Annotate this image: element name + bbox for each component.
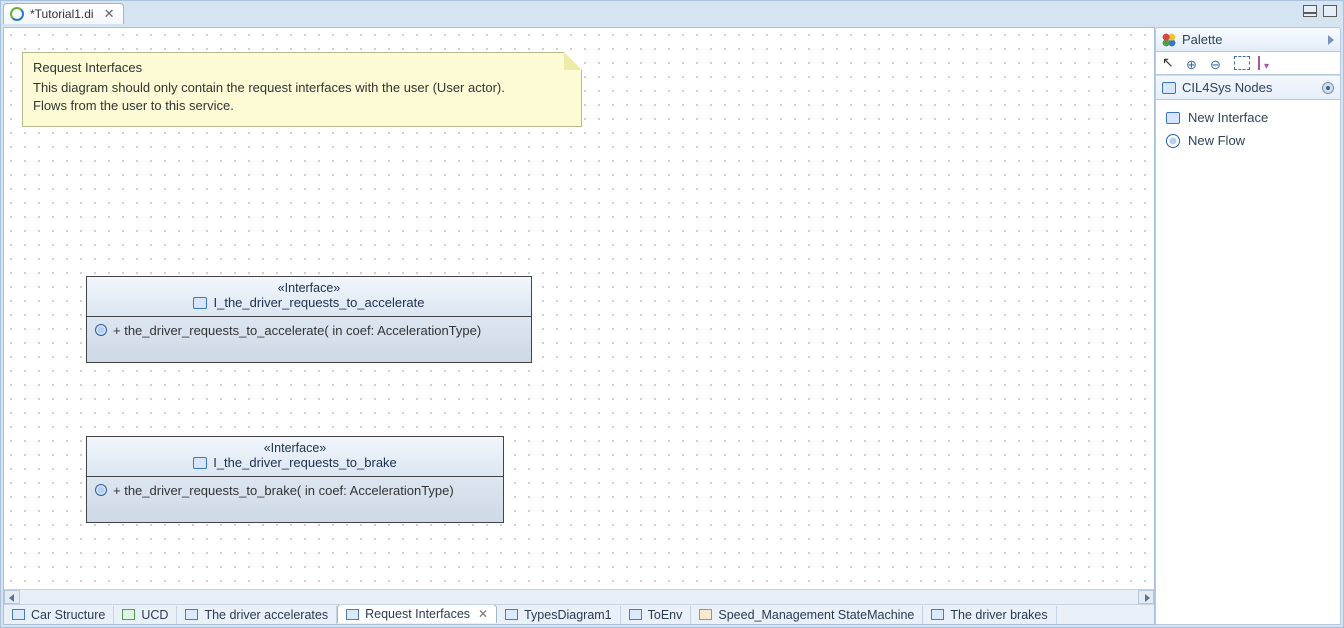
operation-row[interactable]: + the_driver_requests_to_accelerate( in … xyxy=(95,323,523,338)
scroll-right-icon[interactable] xyxy=(1138,590,1154,604)
palette-item-label: New Interface xyxy=(1188,110,1268,125)
palette-toolbar xyxy=(1155,52,1341,75)
marquee-tool-icon[interactable] xyxy=(1234,56,1250,70)
section-icon xyxy=(1162,82,1176,94)
interface-icon xyxy=(1166,112,1180,124)
operation-text: + the_driver_requests_to_accelerate( in … xyxy=(113,323,481,338)
file-tab-title: *Tutorial1.di xyxy=(30,7,94,21)
diagram-tabbar: Car Structure UCD The driver accelerates… xyxy=(4,604,1154,624)
operation-text: + the_driver_requests_to_brake( in coef:… xyxy=(113,483,454,498)
interface-name-row: I_the_driver_requests_to_brake xyxy=(193,455,397,470)
diagram-tab-icon xyxy=(346,609,359,620)
interface-node[interactable]: «Interface» I_the_driver_requests_to_acc… xyxy=(86,276,532,363)
interface-stereotype: «Interface» xyxy=(93,281,525,295)
diagram-tab-icon xyxy=(505,609,518,620)
palette-section-header[interactable]: CIL4Sys Nodes xyxy=(1155,75,1341,100)
diagram-tab-toenv[interactable]: ToEnv xyxy=(621,606,692,624)
diagram-tab-icon xyxy=(12,609,25,620)
interface-name: I_the_driver_requests_to_accelerate xyxy=(213,295,424,310)
palette-items: New Interface New Flow xyxy=(1155,100,1341,625)
note-comment[interactable]: Request Interfaces This diagram should o… xyxy=(22,52,582,127)
palette-section-title: CIL4Sys Nodes xyxy=(1182,80,1272,95)
eclipse-icon xyxy=(10,7,24,21)
diagram-tab-car-structure[interactable]: Car Structure xyxy=(4,606,114,624)
palette-item-label: New Flow xyxy=(1188,133,1245,148)
diagram-tab-driver-brakes[interactable]: The driver brakes xyxy=(923,606,1056,624)
horizontal-scrollbar[interactable] xyxy=(4,589,1154,604)
diagram-tab-driver-accelerates[interactable]: The driver accelerates xyxy=(177,606,337,624)
palette-item-new-flow[interactable]: New Flow xyxy=(1162,129,1334,152)
diagram-tab-typesdiagram1[interactable]: TypesDiagram1 xyxy=(497,606,621,624)
diagram-tab-speed-mgmt-sm[interactable]: Speed_Management StateMachine xyxy=(691,606,923,624)
palette-item-new-interface[interactable]: New Interface xyxy=(1162,106,1334,129)
interface-header[interactable]: «Interface» I_the_driver_requests_to_bra… xyxy=(87,437,503,477)
flow-icon xyxy=(1166,134,1180,148)
diagram-tab-icon xyxy=(699,609,712,620)
diagram-area: Request Interfaces This diagram should o… xyxy=(3,27,1155,625)
diagram-tab-label: The driver accelerates xyxy=(204,608,328,622)
interface-name: I_the_driver_requests_to_brake xyxy=(213,455,397,470)
editor-body: Request Interfaces This diagram should o… xyxy=(1,25,1343,627)
maximize-icon[interactable] xyxy=(1323,5,1337,17)
interface-stereotype: «Interface» xyxy=(93,441,497,455)
interface-name-row: I_the_driver_requests_to_accelerate xyxy=(193,295,424,310)
diagram-tab-label: Speed_Management StateMachine xyxy=(718,608,914,622)
diagram-tab-request-interfaces[interactable]: Request Interfaces ✕ xyxy=(337,604,497,623)
close-icon[interactable]: ✕ xyxy=(478,607,488,621)
interface-operations[interactable]: + the_driver_requests_to_brake( in coef:… xyxy=(87,477,503,522)
diagram-tab-label: ToEnv xyxy=(648,608,683,622)
diagram-tab-ucd[interactable]: UCD xyxy=(114,606,177,624)
scroll-left-icon[interactable] xyxy=(4,590,20,604)
diagram-tab-label: UCD xyxy=(141,608,168,622)
diagram-tab-icon xyxy=(931,609,944,620)
minimize-icon[interactable] xyxy=(1303,5,1317,17)
zoom-out-icon[interactable] xyxy=(1210,56,1226,70)
note-fold-corner xyxy=(564,52,582,70)
diagram-tab-icon xyxy=(122,609,135,620)
interface-icon xyxy=(193,457,207,469)
diagram-tab-label: The driver brakes xyxy=(950,608,1047,622)
pin-icon[interactable] xyxy=(1322,82,1334,94)
note-line: This diagram should only contain the req… xyxy=(33,79,569,97)
note-line: Flows from the user to this service. xyxy=(33,97,569,115)
note-title: Request Interfaces xyxy=(33,59,569,77)
select-tool-icon[interactable] xyxy=(1162,56,1178,70)
chevron-right-icon[interactable] xyxy=(1328,35,1334,45)
interface-node[interactable]: «Interface» I_the_driver_requests_to_bra… xyxy=(86,436,504,523)
palette-panel: Palette CIL4Sys Nodes xyxy=(1155,27,1341,625)
close-icon[interactable]: ✕ xyxy=(104,6,115,22)
operation-row[interactable]: + the_driver_requests_to_brake( in coef:… xyxy=(95,483,495,498)
interface-header[interactable]: «Interface» I_the_driver_requests_to_acc… xyxy=(87,277,531,317)
diagram-tab-icon xyxy=(185,609,198,620)
editor-tabbar: *Tutorial1.di ✕ xyxy=(1,1,1343,25)
palette-header[interactable]: Palette xyxy=(1155,27,1341,52)
operation-icon xyxy=(95,324,107,336)
zoom-in-icon[interactable] xyxy=(1186,56,1202,70)
file-tab[interactable]: *Tutorial1.di ✕ xyxy=(3,3,124,24)
diagram-scroll[interactable]: Request Interfaces This diagram should o… xyxy=(4,28,1154,589)
diagram-tab-icon xyxy=(629,609,642,620)
window-controls xyxy=(1303,5,1337,17)
palette-title: Palette xyxy=(1182,32,1222,47)
interface-operations[interactable]: + the_driver_requests_to_accelerate( in … xyxy=(87,317,531,362)
palette-icon xyxy=(1162,33,1176,47)
editor-window: *Tutorial1.di ✕ Request Interfaces This … xyxy=(0,0,1344,628)
interface-icon xyxy=(193,297,207,309)
operation-icon xyxy=(95,484,107,496)
layout-tool-icon[interactable] xyxy=(1258,56,1278,70)
diagram-tab-label: Request Interfaces xyxy=(365,607,470,621)
note-body: Request Interfaces This diagram should o… xyxy=(23,53,581,126)
diagram-tab-label: Car Structure xyxy=(31,608,105,622)
diagram-tab-label: TypesDiagram1 xyxy=(524,608,612,622)
diagram-canvas[interactable]: Request Interfaces This diagram should o… xyxy=(4,28,1154,589)
